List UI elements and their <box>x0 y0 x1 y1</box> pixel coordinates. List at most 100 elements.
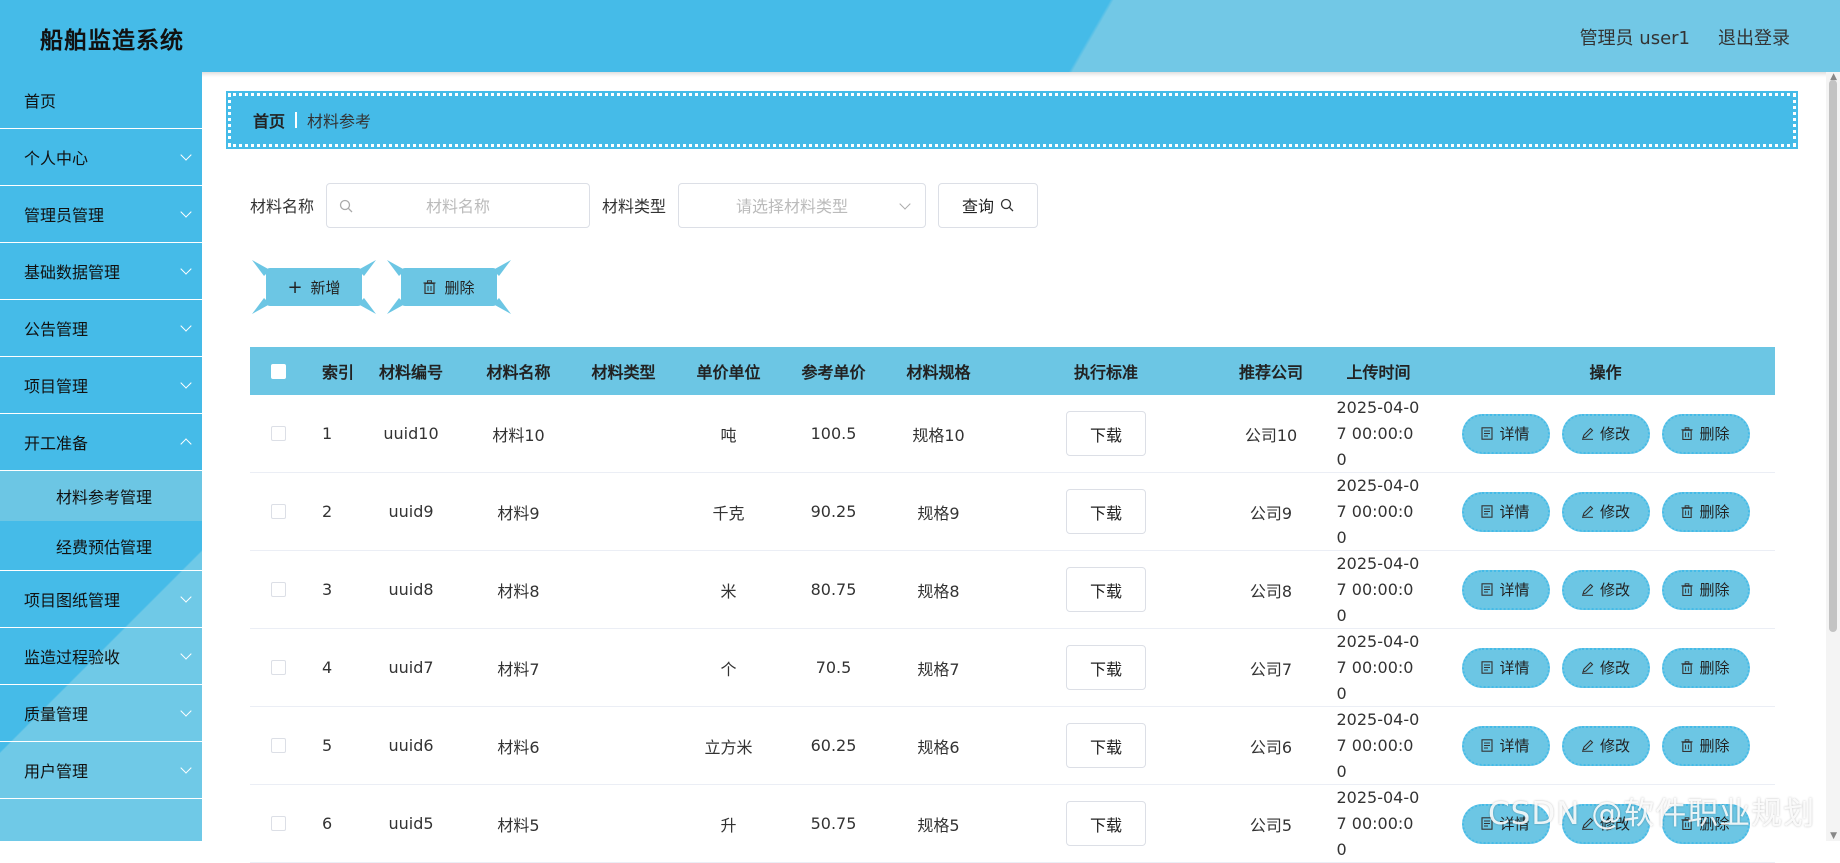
query-button[interactable]: 查询 <box>938 182 1039 228</box>
sidebar-item-personal-center[interactable]: 个人中心 <box>0 129 202 186</box>
edit-icon <box>1581 817 1594 830</box>
download-button[interactable]: 下载 <box>1066 489 1146 534</box>
edit-button[interactable]: 修改 <box>1561 569 1650 610</box>
table-row: 3 uuid8 材料8 米 80.75 规格8 下载 公司8 2025-04-07 00:00:… <box>250 551 1775 629</box>
batch-delete-button[interactable]: 删除 <box>401 268 497 306</box>
sidebar-subitem-budget-estimate[interactable]: 经费预估管理 <box>0 521 202 571</box>
cell-upload-time: 2025-04-07 00:00:00 <box>1336 709 1420 781</box>
row-delete-button[interactable]: 删除 <box>1661 569 1750 610</box>
row-actions: 详情 修改 删除 <box>1436 803 1775 844</box>
search-bar: 材料名称 材料名称 材料类型 请选择材料类型 查询 <box>250 182 1039 228</box>
sidebar-item-users[interactable]: 用户管理 <box>0 742 202 799</box>
row-actions: 详情 修改 删除 <box>1436 725 1775 766</box>
logout-link[interactable]: 退出登录 <box>1718 24 1790 50</box>
download-button[interactable]: 下载 <box>1066 801 1146 846</box>
row-delete-button[interactable]: 删除 <box>1661 413 1750 454</box>
breadcrumb-separator <box>295 112 298 128</box>
trash-icon <box>1681 739 1694 752</box>
row-checkbox[interactable] <box>270 738 286 753</box>
breadcrumb-current: 材料参考 <box>307 112 372 131</box>
cell-spec: 规格8 <box>917 581 960 601</box>
detail-button[interactable]: 详情 <box>1461 647 1550 688</box>
material-type-placeholder: 请选择材料类型 <box>736 197 849 216</box>
sidebar-item-label: 用户管理 <box>24 762 89 781</box>
breadcrumb: 首页 材料参考 <box>226 91 1798 149</box>
document-icon <box>1481 661 1494 674</box>
sidebar-item-drawings[interactable]: 项目图纸管理 <box>0 571 202 628</box>
detail-button-label: 详情 <box>1499 659 1530 677</box>
sidebar-item-inspection[interactable]: 监造过程验收 <box>0 628 202 685</box>
cell-price: 60.25 <box>810 736 857 755</box>
cell-material-name: 材料9 <box>497 503 540 523</box>
cell-material-code: uuid8 <box>388 580 434 599</box>
sidebar-item-home[interactable]: 首页 <box>0 72 202 129</box>
column-header: 索引 <box>322 363 355 382</box>
cell-spec: 规格5 <box>917 815 960 835</box>
material-name-placeholder: 材料名称 <box>426 197 491 216</box>
trash-icon <box>1681 427 1694 440</box>
page-scrollbar[interactable]: ▲ ▼ <box>1826 72 1840 841</box>
chevron-down-icon <box>180 705 192 717</box>
cell-unit: 千克 <box>712 503 745 523</box>
cell-upload-time: 2025-04-07 00:00:00 <box>1336 397 1420 469</box>
material-name-label: 材料名称 <box>250 197 315 216</box>
sidebar-item-base-data[interactable]: 基础数据管理 <box>0 243 202 300</box>
detail-button-label: 详情 <box>1499 815 1530 833</box>
detail-button[interactable]: 详情 <box>1461 413 1550 454</box>
row-checkbox[interactable] <box>270 660 286 675</box>
material-name-input[interactable]: 材料名称 <box>326 182 591 228</box>
download-button[interactable]: 下载 <box>1066 645 1146 690</box>
download-button[interactable]: 下载 <box>1066 411 1146 456</box>
scroll-down-icon[interactable]: ▼ <box>1830 831 1837 841</box>
column-header: 材料规格 <box>906 363 971 382</box>
cell-index: 3 <box>322 580 333 599</box>
edit-button-label: 修改 <box>1599 659 1630 677</box>
delete-button-label: 删除 <box>1699 581 1730 599</box>
sidebar-item-notice[interactable]: 公告管理 <box>0 300 202 357</box>
cell-material-name: 材料6 <box>497 737 540 757</box>
detail-button-label: 详情 <box>1499 503 1530 521</box>
edit-button[interactable]: 修改 <box>1561 413 1650 454</box>
document-icon <box>1481 427 1494 440</box>
edit-button-label: 修改 <box>1599 425 1630 443</box>
sidebar-item-start-prep[interactable]: 开工准备 <box>0 414 202 471</box>
detail-button[interactable]: 详情 <box>1461 491 1550 532</box>
row-delete-button[interactable]: 删除 <box>1661 803 1750 844</box>
detail-button[interactable]: 详情 <box>1461 803 1550 844</box>
column-header: 上传时间 <box>1346 363 1411 382</box>
sidebar-subitem-material-reference[interactable]: 材料参考管理 <box>0 471 202 521</box>
cell-upload-time: 2025-04-07 00:00:00 <box>1336 787 1420 859</box>
scrollbar-thumb[interactable] <box>1829 80 1837 632</box>
sidebar-item-quality[interactable]: 质量管理 <box>0 685 202 742</box>
row-checkbox[interactable] <box>270 816 286 831</box>
row-checkbox[interactable] <box>270 504 286 519</box>
cell-price: 100.5 <box>810 424 857 443</box>
row-checkbox[interactable] <box>270 582 286 597</box>
row-delete-button[interactable]: 删除 <box>1661 491 1750 532</box>
add-button[interactable]: + 新增 <box>266 268 362 306</box>
sidebar-item-admin-management[interactable]: 管理员管理 <box>0 186 202 243</box>
edit-button-label: 修改 <box>1599 737 1630 755</box>
detail-button[interactable]: 详情 <box>1461 725 1550 766</box>
app-title: 船舶监造系统 <box>40 28 184 54</box>
edit-button[interactable]: 修改 <box>1561 647 1650 688</box>
material-type-select[interactable]: 请选择材料类型 <box>678 182 927 228</box>
edit-button[interactable]: 修改 <box>1561 491 1650 532</box>
download-button[interactable]: 下载 <box>1066 567 1146 612</box>
row-checkbox[interactable] <box>270 426 286 441</box>
breadcrumb-home[interactable]: 首页 <box>253 108 285 132</box>
column-header: 材料名称 <box>486 363 551 382</box>
cell-material-code: uuid9 <box>388 502 434 521</box>
edit-button[interactable]: 修改 <box>1561 725 1650 766</box>
row-delete-button[interactable]: 删除 <box>1661 647 1750 688</box>
select-all-checkbox[interactable] <box>270 363 286 379</box>
detail-button-label: 详情 <box>1499 737 1530 755</box>
trash-icon <box>1681 817 1694 830</box>
detail-button[interactable]: 详情 <box>1461 569 1550 610</box>
edit-button[interactable]: 修改 <box>1561 803 1650 844</box>
detail-button-label: 详情 <box>1499 425 1530 443</box>
row-delete-button[interactable]: 删除 <box>1661 725 1750 766</box>
sidebar-item-project[interactable]: 项目管理 <box>0 357 202 414</box>
download-button[interactable]: 下载 <box>1066 723 1146 768</box>
table-row: 4 uuid7 材料7 个 70.5 规格7 下载 公司7 2025-04-07 00:00:0… <box>250 629 1775 707</box>
